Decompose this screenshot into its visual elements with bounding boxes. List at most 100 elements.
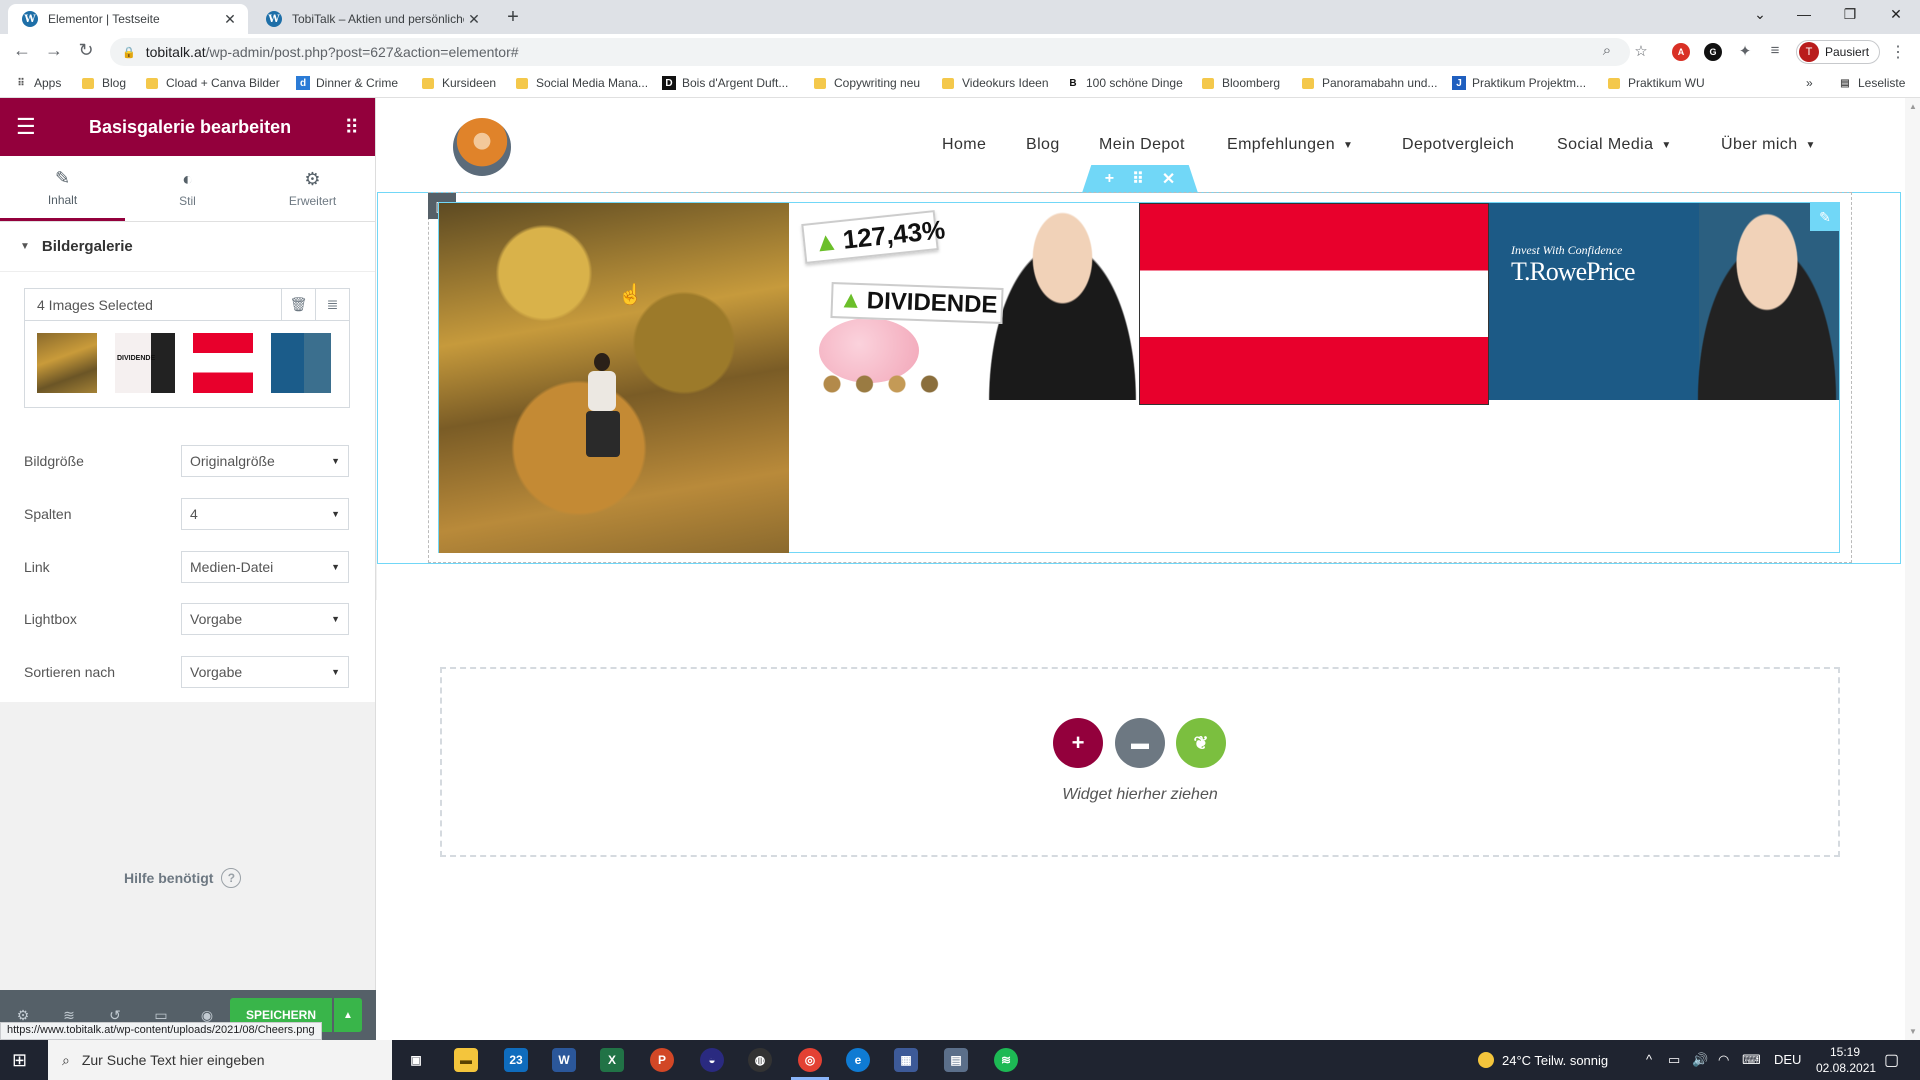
notification-center-icon[interactable]: ▢ (1884, 1050, 1899, 1070)
hamburger-menu-icon[interactable]: ☰ (16, 114, 36, 140)
minimize-icon[interactable]: — (1784, 6, 1824, 22)
window-close-icon[interactable]: ✕ (1876, 6, 1916, 23)
bookmark-item[interactable]: Panoramabahn und... (1302, 76, 1437, 90)
gallery-thumbnails[interactable]: DIVIDENDE (25, 321, 349, 407)
bulk-edit-icon[interactable]: ≣ (315, 288, 349, 321)
taskbar-search[interactable]: ⌕ Zur Suche Text hier eingeben (48, 1040, 392, 1080)
keyboard-icon[interactable]: ⌨ (1742, 1052, 1761, 1068)
thumbnail-troweprice[interactable] (271, 333, 331, 393)
preview-eye-icon[interactable]: ◉ (184, 1007, 230, 1024)
bookmark-item[interactable]: Blog (82, 76, 126, 90)
responsive-icon[interactable]: ▭ (138, 1007, 184, 1024)
thumbnail-autumn[interactable] (37, 333, 97, 393)
bookmark-star-icon[interactable]: ☆ (1630, 42, 1652, 60)
nav-ueber-mich[interactable]: Über mich ▼ (1721, 136, 1816, 154)
bookmark-apps[interactable]: ⠿ Apps (14, 76, 61, 90)
nav-empfehlungen[interactable]: Empfehlungen ▼ (1227, 136, 1353, 154)
bookmark-item[interactable]: Bloomberg (1202, 76, 1280, 90)
gallery-control[interactable]: 4 Images Selected 🗑 ≣ DIVIDENDE (24, 288, 350, 408)
delete-section-icon[interactable]: ✕ (1162, 169, 1175, 189)
select-bildgroesse[interactable]: Originalgröße ▼ (181, 445, 349, 477)
bookmark-item[interactable]: Copywriting neu (814, 76, 920, 90)
powerpoint-icon[interactable]: P (650, 1048, 674, 1072)
zoom-icon[interactable]: ⌕ (1596, 42, 1618, 59)
language-indicator[interactable]: DEU (1774, 1052, 1801, 1067)
more-bookmarks-icon[interactable]: » (1806, 76, 1813, 90)
obs-icon[interactable]: ◍ (748, 1048, 772, 1072)
bookmark-item[interactable]: Kursideen (422, 76, 496, 90)
close-tab-icon[interactable]: ✕ (464, 11, 484, 28)
bookmark-item[interactable]: B 100 schöne Dinge (1066, 76, 1182, 90)
tab-stil[interactable]: ◐ Stil (125, 156, 250, 221)
weather-widget[interactable]: 24°C Teilw. sonnig (1478, 1052, 1608, 1068)
new-tab-icon[interactable]: + (500, 6, 526, 29)
envato-kit-button[interactable]: ❦ (1176, 718, 1226, 768)
media-queue-icon[interactable]: ≡ (1764, 42, 1786, 59)
scroll-up-icon[interactable]: ▲ (1909, 102, 1917, 111)
app-icon[interactable]: ◒ (700, 1048, 724, 1072)
clock[interactable]: 15:19 02.08.2021 (1816, 1044, 1876, 1076)
tray-app-icon[interactable]: ▭ (1668, 1052, 1680, 1068)
scroll-down-icon[interactable]: ▼ (1909, 1027, 1917, 1036)
reading-list[interactable]: ▤ Leseliste (1838, 76, 1905, 90)
back-icon[interactable]: ← (10, 40, 34, 61)
tab-erweitert[interactable]: ⚙ Erweitert (250, 156, 375, 221)
history-icon[interactable]: ↺ (92, 1007, 138, 1024)
nav-home[interactable]: Home (942, 136, 986, 154)
address-bar[interactable]: 🔒 tobitalk.at/wp-admin/post.php?post=627… (110, 38, 1630, 66)
select-lightbox[interactable]: Vorgabe ▼ (181, 603, 349, 635)
close-tab-icon[interactable]: ✕ (220, 11, 240, 28)
preview-scrollbar[interactable]: ▲ ▼ (1905, 98, 1920, 1040)
settings-icon[interactable]: ⚙ (0, 1007, 46, 1024)
bookmark-item[interactable]: Social Media Mana... (516, 76, 648, 90)
grammarly-icon[interactable]: G (1704, 43, 1722, 61)
nav-mein-depot[interactable]: Mein Depot (1099, 136, 1185, 154)
file-explorer-icon[interactable]: ▬ (454, 1048, 478, 1072)
reload-icon[interactable]: ↻ (74, 40, 98, 61)
nav-social-media[interactable]: Social Media ▼ (1557, 136, 1672, 154)
navigator-icon[interactable]: ≋ (46, 1007, 92, 1024)
chrome-icon[interactable]: ◎ (798, 1048, 822, 1072)
gallery-image-autumn[interactable] (439, 203, 789, 553)
bookmark-item[interactable]: Praktikum WU (1608, 76, 1705, 90)
nav-blog[interactable]: Blog (1026, 136, 1060, 154)
thumbnail-dividende[interactable]: DIVIDENDE (115, 333, 175, 393)
nav-depotvergleich[interactable]: Depotvergleich (1402, 136, 1514, 154)
gallery-image-troweprice[interactable]: Invest With Confidence T.RowePrice (1489, 203, 1839, 400)
tab-inhalt[interactable]: ✎ Inhalt (0, 156, 125, 221)
add-section-icon[interactable]: + (1105, 170, 1114, 188)
thumbnail-flag[interactable] (193, 333, 253, 393)
drag-section-icon[interactable]: ⠿ (1132, 169, 1144, 189)
help-link[interactable]: Hilfe benötigt ? (124, 868, 242, 888)
profile-button[interactable]: T Pausiert (1796, 40, 1881, 64)
app-window-icon[interactable]: ▦ (894, 1048, 918, 1072)
edit-widget-pencil-icon[interactable]: ✎ (1810, 203, 1840, 231)
tab-search-icon[interactable]: ⌄ (1740, 6, 1780, 23)
section-toggle[interactable]: ▼ Bildergalerie (0, 222, 375, 272)
bookmark-item[interactable]: d Dinner & Crime (296, 76, 398, 90)
select-sortieren[interactable]: Vorgabe ▼ (181, 656, 349, 688)
notepad-icon[interactable]: ▤ (944, 1048, 968, 1072)
browser-menu-icon[interactable]: ⋮ (1890, 42, 1906, 62)
save-options-icon[interactable]: ▲ (334, 998, 362, 1032)
tab-tobitalk[interactable]: W TobiTalk – Aktien und persönliche ✕ (252, 4, 492, 34)
tab-elementor[interactable]: W Elementor | Testseite ✕ (8, 4, 248, 34)
task-view-icon[interactable]: ▣ (404, 1048, 428, 1072)
gallery-image-dividende[interactable]: ▲ 127,43% ▲ DIVIDENDE (789, 203, 1139, 400)
gallery-image-austrian-flag[interactable] (1139, 203, 1489, 405)
spotify-icon[interactable]: ≋ (994, 1048, 1018, 1072)
excel-icon[interactable]: X (600, 1048, 624, 1072)
select-spalten[interactable]: 4 ▼ (181, 498, 349, 530)
widgets-grid-icon[interactable]: ⠿ (344, 115, 359, 140)
windows-start-icon[interactable]: ⊞ (12, 1050, 27, 1071)
site-logo[interactable] (453, 118, 511, 176)
add-new-section-button[interactable]: + (1053, 718, 1103, 768)
trash-icon[interactable]: 🗑 (281, 288, 315, 321)
word-icon[interactable]: W (552, 1048, 576, 1072)
mail-icon[interactable]: 23 (504, 1048, 528, 1072)
adblock-icon[interactable]: A (1672, 43, 1690, 61)
extensions-icon[interactable]: ✦ (1734, 42, 1756, 60)
volume-icon[interactable]: 🔊 (1692, 1052, 1708, 1068)
forward-icon[interactable]: → (42, 40, 66, 61)
select-link[interactable]: Medien-Datei ▼ (181, 551, 349, 583)
